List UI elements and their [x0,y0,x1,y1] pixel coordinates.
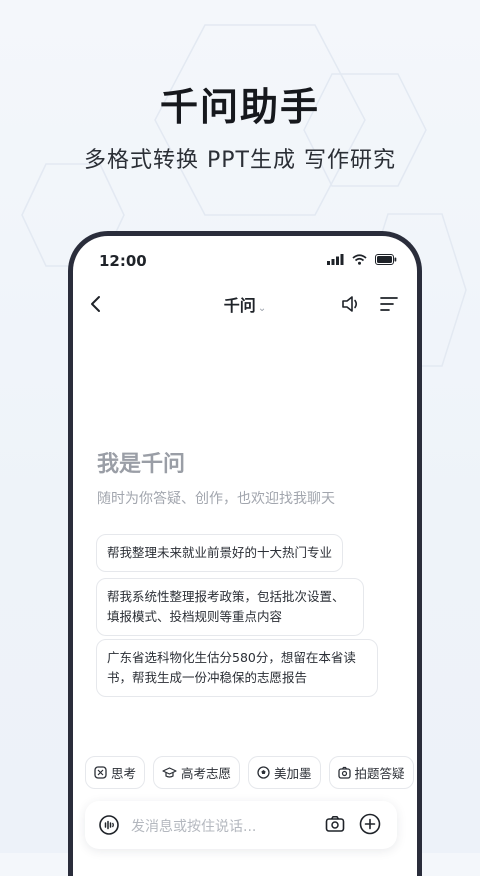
voice-input-icon[interactable] [99,815,119,835]
battery-icon [375,254,397,265]
status-time: 12:00 [99,252,147,270]
prompt-text: 广东省选科物化生估分580分，想留在本省读书，帮我生成一份冲稳保的志愿报告 [107,650,356,685]
chip-label: 高考志愿 [181,766,232,781]
menu-icon[interactable] [379,294,399,314]
promo-subline: 多格式转换 PPT生成 写作研究 [84,148,396,173]
message-input-bar[interactable]: 发消息或按住说话... [85,801,397,849]
add-icon[interactable] [359,813,381,835]
promo-headline: 千问助手 [159,85,320,129]
chip-gaokao[interactable]: 高考志愿 [153,756,241,789]
speaker-icon[interactable] [341,294,363,314]
camera-icon[interactable] [325,814,345,834]
graduation-cap-icon [162,767,177,778]
hero-title: 我是千问 [97,452,186,477]
chip-label: 美加墨 [274,766,312,781]
phone-mockup: 12:00 千问 ⌄ 我是千问 随时为你答疑、创作，也欢迎找我聊天 帮我整理未来… [68,231,422,876]
prompt-text: 帮我整理未来就业前景好的十大热门专业 [107,545,333,560]
chip-think[interactable]: 思考 [85,756,146,789]
signal-icon [327,254,344,265]
think-icon [94,766,107,779]
quick-actions: 思考 高考志愿 美加墨 拍题答疑 [85,756,414,789]
status-bar: 12:00 [95,248,397,272]
hero-subtitle: 随时为你答疑、创作，也欢迎找我聊天 [97,491,335,507]
suggested-prompt[interactable]: 帮我整理未来就业前景好的十大热门专业 [96,534,344,572]
soccer-ball-icon [257,766,270,779]
camera-scan-icon [337,766,351,779]
chip-label: 思考 [111,766,137,781]
prompt-text: 帮我系统性整理报考政策，包括批次设置、填报模式、投档规则等重点内容 [107,589,345,624]
chip-label: 拍题答疑 [354,766,405,781]
suggested-prompt[interactable]: 广东省选科物化生估分580分，想留在本省读书，帮我生成一份冲稳保的志愿报告 [96,639,378,697]
chip-photo-solve[interactable]: 拍题答疑 [328,756,414,789]
chip-world-cup[interactable]: 美加墨 [248,756,321,789]
suggested-prompt[interactable]: 帮我系统性整理报考政策，包括批次设置、填报模式、投档规则等重点内容 [96,578,364,636]
top-nav: 千问 ⌄ [73,286,417,326]
wifi-icon [352,254,367,265]
nav-title: 千问 [223,296,256,315]
message-input-placeholder[interactable]: 发消息或按住说话... [131,816,256,836]
chevron-down-icon: ⌄ [257,303,267,314]
